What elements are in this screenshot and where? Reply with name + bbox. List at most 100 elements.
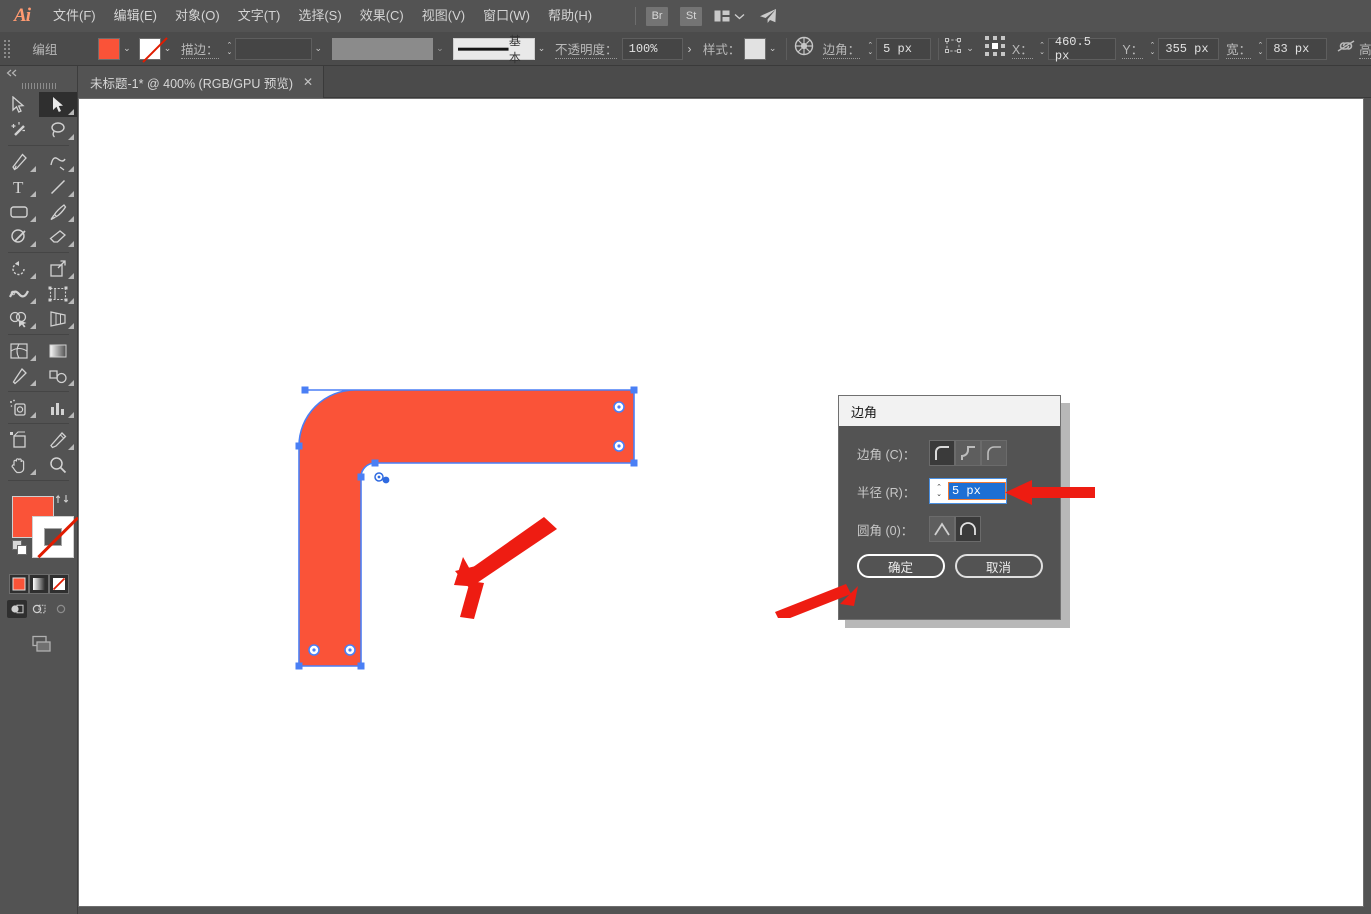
opacity-label[interactable]: 不透明度： <box>554 39 618 59</box>
graphic-style-chevron-icon[interactable]: ⌄ <box>766 38 779 60</box>
round-relative[interactable] <box>955 516 981 542</box>
draw-normal[interactable] <box>6 600 27 618</box>
tool-paintbrush[interactable] <box>39 199 78 224</box>
tool-magic-wand[interactable] <box>0 117 39 142</box>
tool-perspective-grid[interactable] <box>39 306 78 331</box>
opacity-flyout-arrow-icon[interactable]: › <box>683 38 696 60</box>
tool-mesh[interactable] <box>0 338 39 363</box>
tool-scale[interactable] <box>39 256 78 281</box>
x-position-stepper[interactable]: ⌃ ⌄ <box>1036 37 1048 60</box>
tool-hand[interactable] <box>0 452 39 477</box>
tool-eyedropper[interactable] <box>0 363 39 388</box>
tool-shape-builder[interactable] <box>0 306 39 331</box>
brush-definition-input[interactable]: 基本 <box>453 34 535 65</box>
tool-rectangle[interactable] <box>0 199 39 224</box>
paper-plane-icon[interactable] <box>759 8 777 24</box>
corner-inverted-round[interactable] <box>955 440 981 466</box>
bridge-icon[interactable]: Br <box>646 6 669 26</box>
stock-icon[interactable]: St <box>680 6 703 26</box>
stroke-color-indicator[interactable] <box>32 516 79 558</box>
stroke-weight-stepper[interactable]: ⌃ ⌄ <box>223 37 236 60</box>
transform-chevron-icon[interactable]: ⌄ <box>963 38 976 60</box>
transform-bounds-icon[interactable] <box>945 38 963 59</box>
stroke-weight-chevron-icon[interactable]: ⌄ <box>312 38 325 60</box>
canvas-horizontal-scrollbar[interactable] <box>78 907 1364 914</box>
recolor-artwork-icon[interactable] <box>794 36 814 61</box>
corner-round[interactable] <box>929 440 955 466</box>
fill-dropdown-chevron-icon[interactable]: ⌄ <box>120 38 133 60</box>
tool-gradient[interactable] <box>39 338 78 363</box>
radius-input[interactable]: 5 px <box>948 482 1006 500</box>
radius-stepper[interactable]: ⌃ ⌄ <box>930 479 948 503</box>
menu-object[interactable]: 对象(O) <box>166 0 229 32</box>
tools-panel-grip[interactable] <box>0 80 77 92</box>
stroke-profile-chevron-icon[interactable]: ⌄ <box>433 38 446 60</box>
stroke-profile-input[interactable] <box>331 37 434 60</box>
graphic-style-swatch[interactable] <box>743 37 766 60</box>
default-fill-stroke-icon[interactable] <box>12 540 28 561</box>
tool-direct-selection[interactable] <box>38 92 77 117</box>
document-tab[interactable]: 未标题-1* @ 400% (RGB/GPU 预览) ✕ <box>78 66 325 98</box>
broken-link-icon[interactable] <box>1336 39 1356 58</box>
menu-file[interactable]: 文件(F) <box>44 0 105 32</box>
reference-point-grid-icon[interactable] <box>985 36 1006 61</box>
menu-window[interactable]: 窗口(W) <box>474 0 539 32</box>
menu-select[interactable]: 选择(S) <box>289 0 350 32</box>
tool-width[interactable] <box>0 281 39 306</box>
ok-button[interactable]: 确定 <box>856 554 945 578</box>
tool-shaper[interactable] <box>0 224 39 249</box>
canvas-vertical-scrollbar[interactable] <box>1364 98 1371 907</box>
menu-effect[interactable]: 效果(C) <box>351 0 413 32</box>
tool-line-segment[interactable] <box>39 174 78 199</box>
corner-chamfer[interactable] <box>981 440 1007 466</box>
width-input[interactable]: 83 px <box>1266 37 1328 60</box>
swap-fill-stroke-icon[interactable] <box>55 492 69 509</box>
mode-gradient[interactable] <box>28 574 49 594</box>
tool-lasso[interactable] <box>39 117 78 142</box>
draw-inside[interactable] <box>51 600 71 618</box>
change-screen-mode-icon[interactable] <box>0 634 77 654</box>
chevron-down-icon[interactable] <box>734 13 745 20</box>
radius-field-wrapper[interactable]: ⌃ ⌄ 5 px <box>929 478 1007 504</box>
mode-color[interactable] <box>8 574 29 594</box>
tool-selection[interactable] <box>0 92 39 117</box>
tool-artboard[interactable] <box>0 427 39 452</box>
tool-eraser[interactable] <box>39 224 78 249</box>
round-absolute[interactable] <box>929 516 955 542</box>
width-stepper[interactable]: ⌃ ⌄ <box>1254 37 1267 60</box>
corner-radius-label[interactable]: 边角： <box>822 39 861 59</box>
tool-symbol-sprayer[interactable] <box>0 395 39 420</box>
tool-curvature[interactable] <box>39 149 78 174</box>
tool-pen[interactable] <box>0 149 39 174</box>
menu-help[interactable]: 帮助(H) <box>539 0 601 32</box>
tool-column-graph[interactable] <box>39 395 78 420</box>
options-bar-grip[interactable] <box>4 38 12 60</box>
stroke-weight-label[interactable]: 描边： <box>181 39 219 59</box>
corner-radius-input[interactable]: 5 px <box>876 37 931 60</box>
canvas-area[interactable] <box>78 98 1364 907</box>
tool-blend[interactable] <box>39 363 78 388</box>
menu-view[interactable]: 视图(V) <box>413 0 474 32</box>
cancel-button[interactable]: 取消 <box>954 554 1043 578</box>
opacity-input[interactable]: 100% <box>621 37 683 60</box>
mode-none[interactable] <box>48 574 69 594</box>
tool-slice[interactable] <box>39 427 78 452</box>
tools-panel-collapse-button[interactable] <box>0 66 77 80</box>
y-position-input[interactable]: 355 px <box>1158 37 1220 60</box>
brush-definition-chevron-icon[interactable]: ⌄ <box>535 38 548 60</box>
corner-radius-stepper[interactable]: ⌃ ⌄ <box>864 37 877 60</box>
tool-zoom[interactable] <box>39 452 78 477</box>
stroke-weight-input[interactable] <box>235 37 312 60</box>
tool-type[interactable]: T <box>0 174 39 199</box>
x-position-input[interactable]: 460.5 px <box>1047 35 1116 63</box>
y-position-stepper[interactable]: ⌃ ⌄ <box>1146 37 1159 60</box>
tool-rotate[interactable] <box>0 256 39 281</box>
menu-type[interactable]: 文字(T) <box>229 0 290 32</box>
menu-edit[interactable]: 编辑(E) <box>105 0 166 32</box>
draw-behind[interactable] <box>29 600 49 618</box>
arrange-documents-icon[interactable] <box>714 10 730 22</box>
close-icon[interactable]: ✕ <box>303 75 313 89</box>
stroke-color-swatch[interactable] <box>138 37 161 60</box>
tool-free-transform[interactable] <box>39 281 78 306</box>
fill-color-swatch[interactable] <box>97 37 121 60</box>
